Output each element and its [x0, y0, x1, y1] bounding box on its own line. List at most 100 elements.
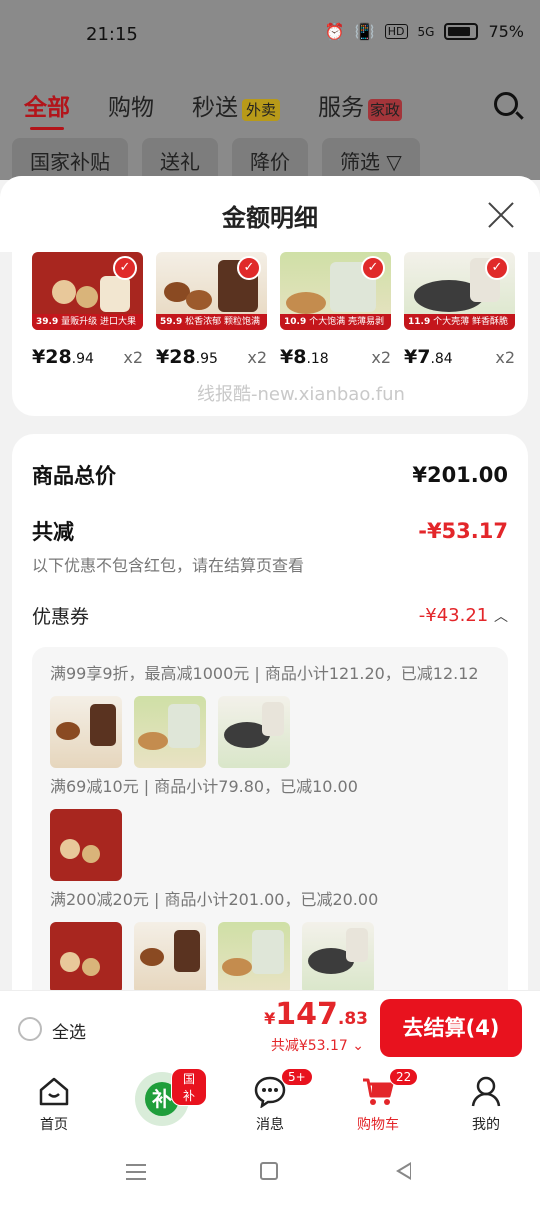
checkout-button[interactable]: 去结算(4) [380, 999, 522, 1057]
tab-service[interactable]: 服务 家政 [318, 88, 403, 122]
coupon-details: 满99享9折，最高减1000元 | 商品小计121.20，已减12.12 满69… [32, 647, 508, 1018]
product-thumb [218, 696, 290, 768]
status-time: 21:15 [86, 24, 138, 45]
profile-icon [469, 1074, 503, 1108]
product-label: 39.9 量贩升级 进口大果 [32, 314, 143, 330]
product-price: ¥7.84 [404, 346, 453, 368]
message-badge: 5+ [281, 1068, 313, 1086]
saved-amount[interactable]: 共减¥53.17 ⌄ [271, 1035, 364, 1055]
status-bar: 21:15 ⏰ 📳 HD 5G 75% [0, 0, 540, 70]
alarm-icon: ⏰ [324, 22, 345, 41]
back-icon[interactable] [396, 1162, 411, 1180]
product-item[interactable]: ✓ 11.9 个大壳薄 鲜香酥脆 ¥7.84 x2 [404, 252, 515, 368]
product-qty: x2 [371, 348, 391, 367]
tab-instant[interactable]: 秒送 外卖 [192, 88, 281, 122]
product-card: ✓ 39.9 量贩升级 进口大果 ¥28.94 x2 ✓ 59.9 松香浓郁 颗粒… [12, 252, 528, 416]
check-icon: ✓ [237, 256, 261, 280]
product-item[interactable]: ✓ 59.9 松香浓郁 颗粒饱满 ¥28.95 x2 [156, 252, 267, 368]
discount-row: 共减 -¥53.17 [32, 516, 508, 546]
watermark: 线报酷-new.xianbao.fun [197, 384, 405, 405]
product-price: ¥28.95 [156, 346, 218, 368]
tab-label: 购物车 [357, 1117, 399, 1133]
sheet-header: 金额明细 [0, 176, 540, 252]
discount-value: -¥53.17 [418, 519, 508, 543]
category-tabs: 全部 购物 秒送 外卖 服务 家政 [24, 88, 403, 130]
close-icon[interactable] [486, 200, 516, 230]
coupon-row[interactable]: 优惠券 -¥43.21 ︿ [32, 602, 508, 629]
coupon-rule: 满69减10元 | 商品小计79.80，已减10.00 [50, 777, 358, 796]
discount-note: 以下优惠不包含红包，请在结算页查看 [32, 556, 305, 575]
coupon-thumbs [50, 696, 490, 768]
subsidy-badge: 国补 [171, 1068, 207, 1106]
product-thumb [218, 922, 290, 994]
hd-icon: HD [384, 24, 408, 39]
tab-shopping[interactable]: 购物 [108, 88, 154, 122]
product-qty: x2 [495, 348, 515, 367]
select-all-label[interactable]: 全选 [52, 1018, 86, 1043]
coupon-value: -¥43.21 ︿ [418, 605, 508, 626]
product-image: ✓ 39.9 量贩升级 进口大果 [32, 252, 143, 330]
product-item[interactable]: ✓ 39.9 量贩升级 进口大果 ¥28.94 x2 [32, 252, 143, 368]
takeout-tag: 外卖 [242, 99, 281, 121]
housekeeping-tag: 家政 [368, 99, 403, 121]
coupon-rule: 满99享9折，最高减1000元 | 商品小计121.20，已减12.12 [50, 664, 479, 683]
system-nav-bar [0, 1140, 540, 1206]
product-qty: x2 [247, 348, 267, 367]
status-icons: ⏰ 📳 HD 5G 75% [325, 22, 524, 41]
sheet-title: 金额明细 [222, 204, 318, 232]
tab-all[interactable]: 全部 [24, 88, 70, 130]
bottom-tab-bar: 首页 补 国补 消息 5+ 购物车 22 我的 [0, 1064, 540, 1140]
total-price: ¥147.83 [264, 997, 368, 1032]
tab-label: 首页 [40, 1117, 68, 1133]
amount-detail-sheet: 金额明细 ✓ 39.9 量贩升级 进口大果 ¥28.94 x2 ✓ 59.9 松… [0, 176, 540, 1064]
home-icon [37, 1074, 71, 1108]
menu-icon[interactable] [126, 1164, 146, 1180]
checkout-bar: 全选 ¥147.83 共减¥53.17 ⌄ 去结算(4) [0, 990, 540, 1064]
coupon-rule: 满200减20元 | 商品小计201.00，已减20.00 [50, 890, 379, 909]
tab-subsidy[interactable]: 补 国补 [117, 1064, 207, 1140]
product-label: 59.9 松香浓郁 颗粒饱满 [156, 314, 267, 330]
tab-cart[interactable]: 购物车 22 [333, 1064, 423, 1140]
product-thumb [134, 696, 206, 768]
product-thumb [134, 922, 206, 994]
battery-percent: 75% [488, 22, 524, 41]
tab-profile[interactable]: 我的 [441, 1064, 531, 1140]
coupon-thumbs [50, 922, 490, 994]
search-icon[interactable] [494, 92, 518, 116]
chevron-up-icon[interactable]: ︿ [494, 609, 508, 625]
check-icon: ✓ [113, 256, 137, 280]
check-icon: ✓ [361, 256, 385, 280]
tab-messages[interactable]: 消息 5+ [225, 1064, 315, 1140]
product-price: ¥8.18 [280, 346, 329, 368]
product-thumb [50, 922, 122, 994]
coupon-thumbs [50, 809, 490, 881]
product-row: ✓ 39.9 量贩升级 进口大果 ¥28.94 x2 ✓ 59.9 松香浓郁 颗粒… [32, 252, 515, 368]
vibrate-icon: 📳 [354, 22, 375, 41]
coupon-label: 优惠券 [32, 606, 90, 628]
product-image: ✓ 10.9 个大饱满 壳薄易剥 [280, 252, 391, 330]
select-all-radio[interactable] [18, 1017, 42, 1041]
product-label: 11.9 个大壳薄 鲜香酥脆 [404, 314, 515, 330]
battery-icon [444, 23, 479, 40]
product-price: ¥28.94 [32, 346, 94, 368]
signal-icon: 5G [417, 24, 435, 39]
check-icon: ✓ [485, 256, 509, 280]
product-image: ✓ 11.9 个大壳薄 鲜香酥脆 [404, 252, 515, 330]
product-qty: x2 [123, 348, 143, 367]
product-image: ✓ 59.9 松香浓郁 颗粒饱满 [156, 252, 267, 330]
discount-label: 共减 [32, 520, 74, 544]
product-label: 10.9 个大饱满 壳薄易剥 [280, 314, 391, 330]
total-value: ¥201.00 [412, 463, 508, 487]
product-item[interactable]: ✓ 10.9 个大饱满 壳薄易剥 ¥8.18 x2 [280, 252, 391, 368]
total-row: 商品总价 ¥201.00 [32, 460, 508, 490]
price-summary: 商品总价 ¥201.00 共减 -¥53.17 以下优惠不包含红包，请在结算页查… [12, 434, 528, 1064]
tab-home[interactable]: 首页 [9, 1064, 99, 1140]
product-thumb [50, 809, 122, 881]
product-thumb [50, 696, 122, 768]
total-label: 商品总价 [32, 464, 116, 488]
product-thumb [302, 922, 374, 994]
cart-badge: 22 [389, 1068, 419, 1086]
home-button-icon[interactable] [260, 1162, 278, 1180]
tab-label: 消息 [256, 1117, 284, 1133]
background-page: 全部 购物 秒送 外卖 服务 家政 国家补贴 送礼 降价 筛选 ▽ [0, 70, 540, 183]
